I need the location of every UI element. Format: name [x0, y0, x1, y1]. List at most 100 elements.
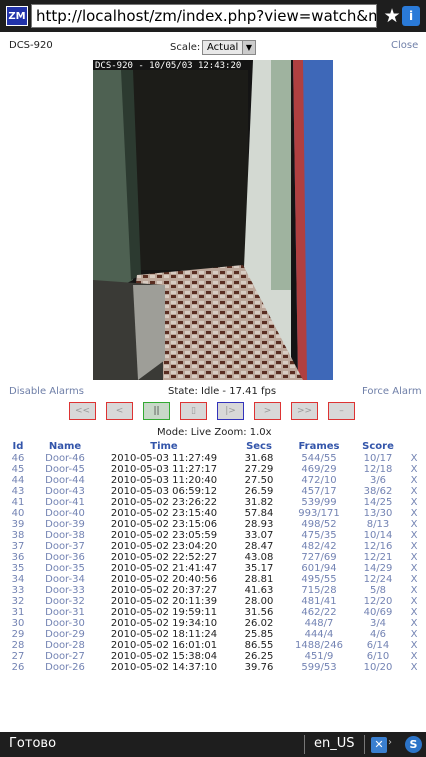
stop-button[interactable]: ▯: [180, 402, 207, 420]
event-frames-link[interactable]: 444/4: [284, 629, 354, 640]
event-frames-link[interactable]: 469/29: [284, 464, 354, 475]
event-score-link[interactable]: 6/14: [354, 640, 402, 651]
event-id-link[interactable]: 38: [0, 530, 36, 541]
column-header-secs[interactable]: Secs: [234, 440, 284, 453]
event-name-link[interactable]: Door-37: [36, 541, 94, 552]
delete-event-icon[interactable]: X: [402, 585, 426, 596]
event-frames-link[interactable]: 472/10: [284, 475, 354, 486]
event-name-link[interactable]: Door-31: [36, 607, 94, 618]
event-id-link[interactable]: 45: [0, 464, 36, 475]
delete-event-icon[interactable]: X: [402, 607, 426, 618]
event-score-link[interactable]: 10/17: [354, 453, 402, 464]
event-name-link[interactable]: Door-28: [36, 640, 94, 651]
event-name-link[interactable]: Door-38: [36, 530, 94, 541]
event-score-link[interactable]: 3/4: [354, 618, 402, 629]
disable-alarms-link[interactable]: Disable Alarms: [9, 386, 84, 397]
event-score-link[interactable]: 12/18: [354, 464, 402, 475]
event-id-link[interactable]: 36: [0, 552, 36, 563]
event-id-link[interactable]: 32: [0, 596, 36, 607]
event-frames-link[interactable]: 482/42: [284, 541, 354, 552]
event-name-link[interactable]: Door-39: [36, 519, 94, 530]
event-score-link[interactable]: 10/14: [354, 530, 402, 541]
event-id-link[interactable]: 31: [0, 607, 36, 618]
delete-event-icon[interactable]: X: [402, 640, 426, 651]
event-frames-link[interactable]: 462/22: [284, 607, 354, 618]
event-score-link[interactable]: 12/21: [354, 552, 402, 563]
event-frames-link[interactable]: 498/52: [284, 519, 354, 530]
event-frames-link[interactable]: 539/99: [284, 497, 354, 508]
step-forward-button[interactable]: >: [254, 402, 281, 420]
event-name-link[interactable]: Door-36: [36, 552, 94, 563]
event-frames-link[interactable]: 495/55: [284, 574, 354, 585]
zoom-out-button[interactable]: –: [328, 402, 355, 420]
event-score-link[interactable]: 6/10: [354, 651, 402, 662]
event-id-link[interactable]: 44: [0, 475, 36, 486]
delete-event-icon[interactable]: X: [402, 530, 426, 541]
event-frames-link[interactable]: 715/28: [284, 585, 354, 596]
close-link[interactable]: Close: [391, 40, 418, 51]
delete-event-icon[interactable]: X: [402, 508, 426, 519]
event-frames-link[interactable]: 599/53: [284, 662, 354, 673]
event-score-link[interactable]: 13/30: [354, 508, 402, 519]
event-score-link[interactable]: 5/8: [354, 585, 402, 596]
event-id-link[interactable]: 46: [0, 453, 36, 464]
event-id-link[interactable]: 33: [0, 585, 36, 596]
pause-button[interactable]: ||: [143, 402, 170, 420]
language-indicator[interactable]: en_US: [314, 736, 355, 751]
event-score-link[interactable]: 12/16: [354, 541, 402, 552]
event-score-link[interactable]: 4/6: [354, 629, 402, 640]
event-score-link[interactable]: 14/29: [354, 563, 402, 574]
event-score-link[interactable]: 3/6: [354, 475, 402, 486]
delete-event-icon[interactable]: X: [402, 475, 426, 486]
event-frames-link[interactable]: 448/7: [284, 618, 354, 629]
event-name-link[interactable]: Door-29: [36, 629, 94, 640]
event-name-link[interactable]: Door-27: [36, 651, 94, 662]
event-name-link[interactable]: Door-45: [36, 464, 94, 475]
delete-event-icon[interactable]: X: [402, 464, 426, 475]
delete-event-icon[interactable]: X: [402, 486, 426, 497]
event-score-link[interactable]: 38/62: [354, 486, 402, 497]
event-frames-link[interactable]: 457/17: [284, 486, 354, 497]
event-frames-link[interactable]: 481/41: [284, 596, 354, 607]
event-id-link[interactable]: 29: [0, 629, 36, 640]
play-button[interactable]: |>: [217, 402, 244, 420]
skype-s-icon[interactable]: S: [405, 736, 422, 753]
delete-event-icon[interactable]: X: [402, 519, 426, 530]
event-id-link[interactable]: 26: [0, 662, 36, 673]
event-frames-link[interactable]: 727/69: [284, 552, 354, 563]
delete-event-icon[interactable]: X: [402, 563, 426, 574]
column-header-time[interactable]: Time: [94, 440, 234, 453]
event-score-link[interactable]: 14/25: [354, 497, 402, 508]
event-name-link[interactable]: Door-33: [36, 585, 94, 596]
rewind-button[interactable]: <: [106, 402, 133, 420]
delete-event-icon[interactable]: X: [402, 596, 426, 607]
delete-event-icon[interactable]: X: [402, 662, 426, 673]
delete-event-icon[interactable]: X: [402, 552, 426, 563]
event-score-link[interactable]: 12/24: [354, 574, 402, 585]
event-frames-link[interactable]: 1488/246: [284, 640, 354, 651]
delete-event-icon[interactable]: X: [402, 453, 426, 464]
delete-event-icon[interactable]: X: [402, 651, 426, 662]
event-id-link[interactable]: 39: [0, 519, 36, 530]
url-input[interactable]: http://localhost/zm/index.php?view=watch…: [31, 4, 377, 28]
delete-event-icon[interactable]: X: [402, 629, 426, 640]
column-header-frames[interactable]: Frames: [284, 440, 354, 453]
event-score-link[interactable]: 40/69: [354, 607, 402, 618]
column-header-name[interactable]: Name: [36, 440, 94, 453]
event-id-link[interactable]: 35: [0, 563, 36, 574]
event-score-link[interactable]: 12/20: [354, 596, 402, 607]
event-frames-link[interactable]: 544/55: [284, 453, 354, 464]
column-header-score[interactable]: Score: [354, 440, 402, 453]
event-id-link[interactable]: 27: [0, 651, 36, 662]
event-frames-link[interactable]: 475/35: [284, 530, 354, 541]
column-header-id[interactable]: Id: [0, 440, 36, 453]
event-name-link[interactable]: Door-30: [36, 618, 94, 629]
force-alarm-link[interactable]: Force Alarm: [362, 386, 422, 397]
event-id-link[interactable]: 43: [0, 486, 36, 497]
delete-event-icon[interactable]: X: [402, 574, 426, 585]
star-icon[interactable]: ★: [382, 5, 402, 27]
event-frames-link[interactable]: 993/171: [284, 508, 354, 519]
event-id-link[interactable]: 37: [0, 541, 36, 552]
event-name-link[interactable]: Door-32: [36, 596, 94, 607]
event-frames-link[interactable]: 601/94: [284, 563, 354, 574]
